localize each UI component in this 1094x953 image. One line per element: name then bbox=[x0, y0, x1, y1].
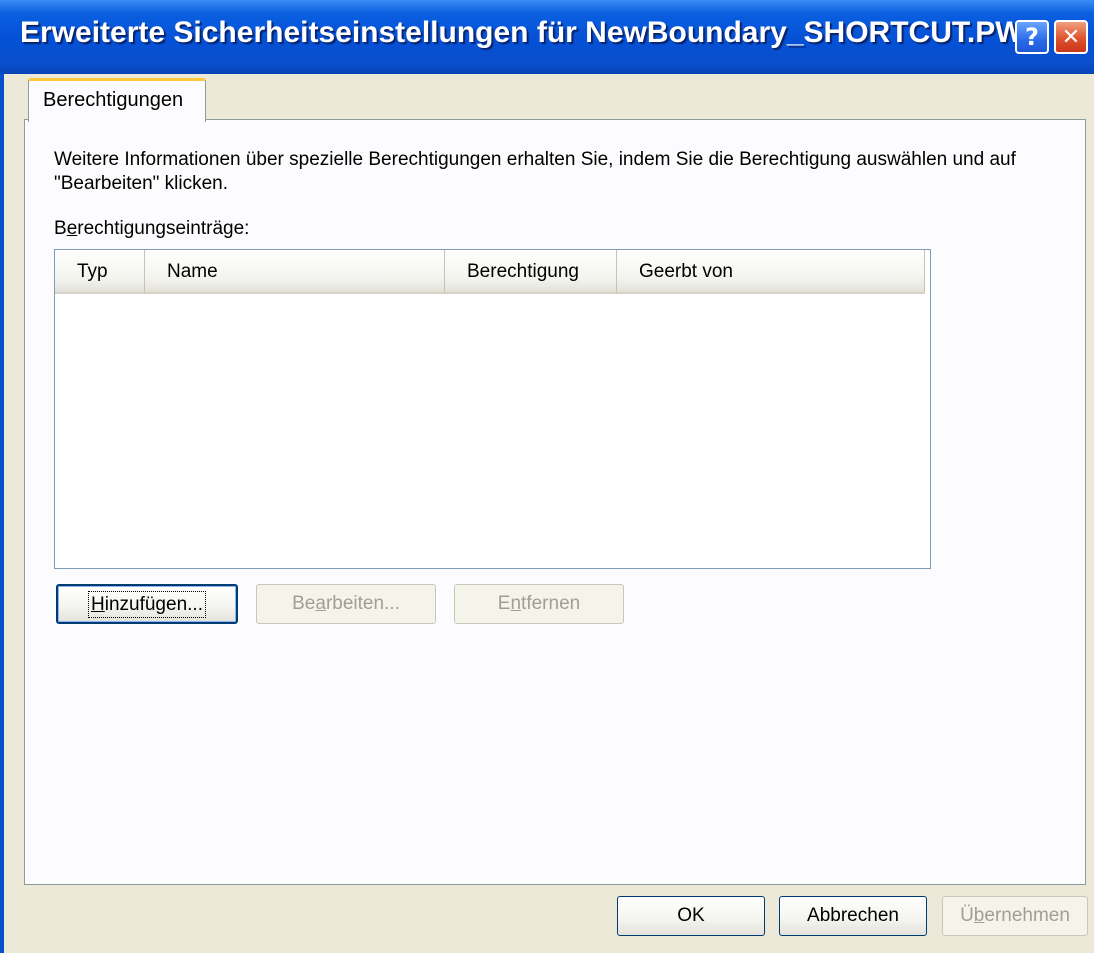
tab-label: Berechtigungen bbox=[43, 89, 184, 111]
column-header-geerbt-von[interactable]: Geerbt von bbox=[617, 250, 925, 292]
tab-berechtigungen[interactable]: Berechtigungen bbox=[28, 78, 206, 122]
help-button[interactable]: ? bbox=[1015, 20, 1049, 54]
column-header-typ[interactable]: Typ bbox=[55, 250, 145, 292]
title-bar[interactable]: Erweiterte Sicherheitseinstellungen für … bbox=[0, 0, 1094, 74]
security-dialog: Erweiterte Sicherheitseinstellungen für … bbox=[0, 0, 1094, 953]
close-button[interactable]: ✕ bbox=[1054, 20, 1088, 54]
window-border bbox=[0, 74, 4, 953]
entries-label: Berechtigungseinträge: bbox=[54, 218, 250, 239]
add-button[interactable]: Hinzufügen... bbox=[56, 584, 238, 624]
list-header: Typ Name Berechtigung Geerbt von bbox=[55, 250, 925, 294]
help-icon: ? bbox=[1025, 23, 1039, 51]
column-header-name[interactable]: Name bbox=[145, 250, 445, 292]
cancel-button[interactable]: Abbrechen bbox=[779, 896, 927, 936]
edit-button[interactable]: Bearbeiten... bbox=[256, 584, 436, 624]
remove-button[interactable]: Entfernen bbox=[454, 584, 624, 624]
permission-entries-list[interactable]: Typ Name Berechtigung Geerbt von bbox=[54, 249, 931, 569]
close-icon: ✕ bbox=[1061, 24, 1081, 50]
window-title: Erweiterte Sicherheitseinstellungen für … bbox=[20, 16, 1046, 49]
column-header-berechtigung[interactable]: Berechtigung bbox=[445, 250, 617, 292]
info-text: Weitere Informationen über spezielle Ber… bbox=[54, 149, 1016, 194]
ok-button[interactable]: OK bbox=[617, 896, 765, 936]
apply-button[interactable]: Übernehmen bbox=[942, 896, 1088, 936]
